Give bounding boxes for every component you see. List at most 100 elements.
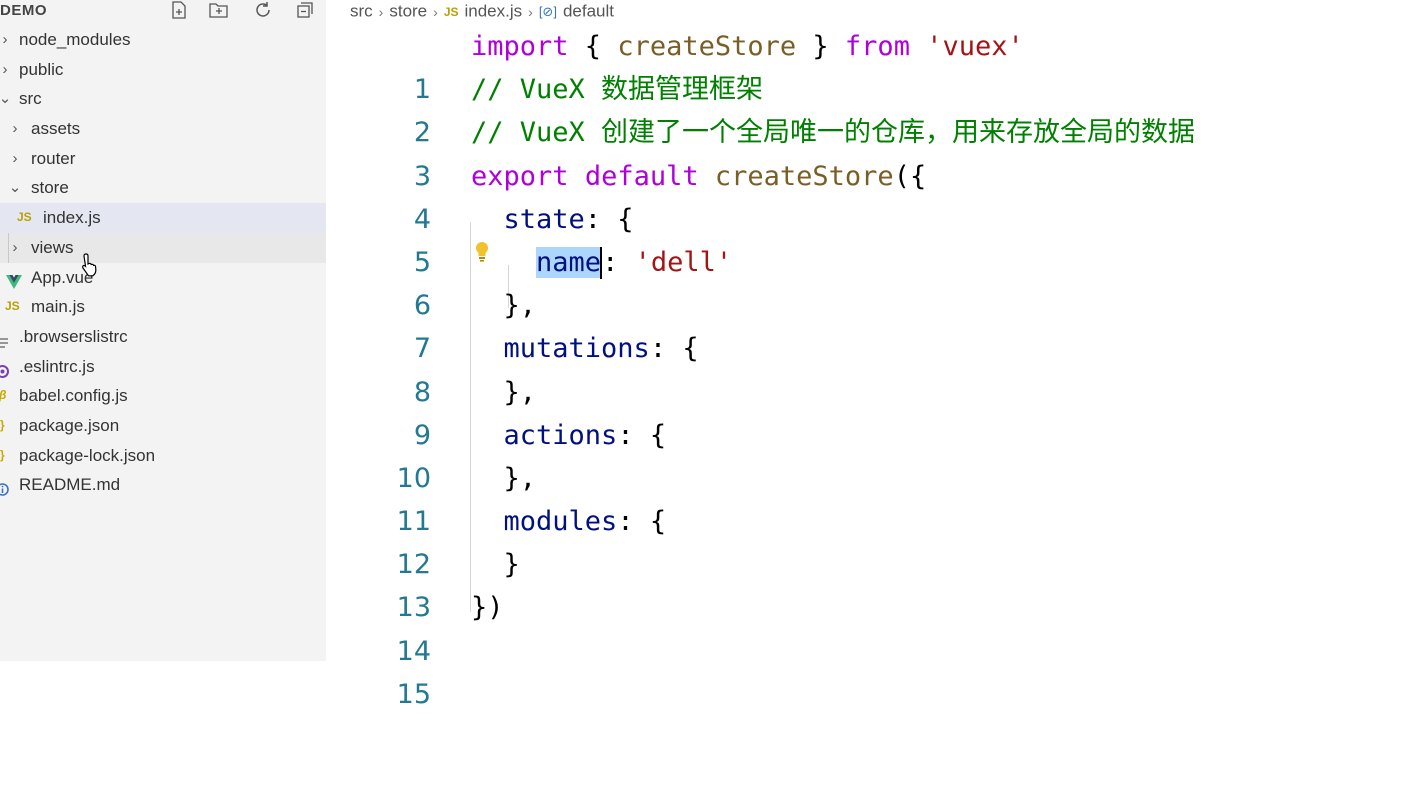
chevron-right-icon: › xyxy=(378,3,384,20)
tree-item-label: README.md xyxy=(19,475,121,495)
explorer-title: DEMO xyxy=(0,2,47,19)
token-property: actions xyxy=(503,419,618,451)
chevron-down-icon: ⌄ xyxy=(0,90,12,108)
collapse-all-icon[interactable] xyxy=(294,1,316,21)
tree-item-src[interactable]: ⌄ src xyxy=(0,84,326,114)
token-punctuation: }, xyxy=(503,376,537,408)
token-comment: // VueX 创建了一个全局唯一的仓库，用来存放全局的数据 xyxy=(471,117,1196,149)
new-folder-icon[interactable] xyxy=(208,1,230,21)
code-line[interactable]: 9 }, xyxy=(326,371,1409,451)
token-property: modules xyxy=(503,506,618,538)
token-keyword: from xyxy=(844,31,910,62)
js-file-icon: JS xyxy=(443,4,459,19)
token-punctuation: : { xyxy=(617,419,667,451)
token-keyword: import xyxy=(471,31,569,62)
json-icon: } xyxy=(0,417,5,432)
token-property: mutations xyxy=(503,333,650,365)
babel-icon: β xyxy=(0,381,6,411)
explorer-sidebar: DEMO › node_modules › public ⌄ src › ass… xyxy=(0,0,326,661)
chevron-right-icon: › xyxy=(12,149,18,167)
token-string: 'dell' xyxy=(634,246,733,278)
line-number: 15 xyxy=(396,678,431,710)
tree-item-label: assets xyxy=(31,119,81,139)
chevron-right-icon: › xyxy=(433,3,438,20)
tree-item-node-modules[interactable]: › node_modules xyxy=(0,25,326,55)
token-punctuation: ({ xyxy=(893,160,927,192)
chevron-right-icon: › xyxy=(12,238,18,256)
token-punctuation: : { xyxy=(617,506,667,538)
tree-item-public[interactable]: › public xyxy=(0,55,326,85)
token-keyword: export xyxy=(471,160,569,192)
code-line[interactable]: 8 mutations: { xyxy=(326,327,1409,407)
mouse-pointer-icon xyxy=(80,252,104,283)
tree-item-router[interactable]: › router xyxy=(0,144,326,174)
code-line[interactable]: 1 import { createStore } from 'vuex' xyxy=(326,25,1409,105)
token-punctuation: : { xyxy=(649,333,699,365)
js-file-icon: JS xyxy=(17,210,32,225)
code-line[interactable]: 2 // VueX 数据管理框架 xyxy=(326,68,1409,148)
js-file-icon: JS xyxy=(5,299,20,314)
tree-item-readme[interactable]: README.md xyxy=(0,470,326,500)
token-punctuation: }) xyxy=(471,592,504,624)
tree-item-store[interactable]: ⌄ store xyxy=(0,173,326,203)
code-line[interactable]: 13 } xyxy=(326,543,1409,623)
tree-item-assets[interactable]: › assets xyxy=(0,114,326,144)
tree-indent-guide xyxy=(8,233,9,263)
chevron-down-icon: ⌄ xyxy=(8,179,22,197)
tree-item-label: store xyxy=(31,178,69,198)
tree-item-app-vue[interactable]: App.vue xyxy=(0,263,326,293)
tree-item-views[interactable]: › views xyxy=(0,232,326,263)
lightbulb-icon[interactable] xyxy=(474,241,490,263)
code-line[interactable]: 3 // VueX 创建了一个全局唯一的仓库，用来存放全局的数据 xyxy=(326,111,1409,191)
tree-item-package-json[interactable]: } package.json xyxy=(0,411,326,441)
file-tree: › node_modules › public ⌄ src › assets ›… xyxy=(0,25,326,500)
breadcrumb-item-default[interactable]: default xyxy=(563,2,614,21)
tree-item-eslintrc[interactable]: .eslintrc.js xyxy=(0,352,326,382)
tree-item-label: node_modules xyxy=(19,30,131,49)
breadcrumb-item-src[interactable]: src xyxy=(350,2,373,21)
tree-item-package-lock-json[interactable]: } package-lock.json xyxy=(0,441,326,471)
token-function: createStore xyxy=(617,31,797,62)
tree-item-label: .browserslistrc xyxy=(19,326,128,346)
token-punctuation: }, xyxy=(503,462,537,494)
tree-item-index-js[interactable]: JS index.js xyxy=(0,203,326,233)
refresh-icon[interactable] xyxy=(252,1,274,21)
code-line[interactable]: 7 }, xyxy=(326,284,1409,364)
code-line[interactable]: 10 actions: { xyxy=(326,414,1409,494)
tree-item-label: main.js xyxy=(31,297,85,317)
token-string: 'vuex' xyxy=(926,31,1024,62)
info-icon xyxy=(0,478,9,508)
breadcrumb: src › store › JS index.js › [⊘] default xyxy=(350,0,614,22)
token-punctuation: : xyxy=(602,246,635,278)
chevron-right-icon: › xyxy=(2,31,8,48)
tree-item-babel-config[interactable]: β babel.config.js xyxy=(0,381,326,411)
tree-item-label: views xyxy=(31,237,74,257)
tree-item-browserslistrc[interactable]: .browserslistrc xyxy=(0,322,326,352)
code-area[interactable]: 1 import { createStore } from 'vuex' 2 /… xyxy=(326,25,1409,710)
token-punctuation: { xyxy=(568,31,618,62)
token-property-selected: name xyxy=(536,246,602,278)
code-line[interactable]: 4 export default createStore({ xyxy=(326,155,1409,235)
token-punctuation: } xyxy=(796,31,845,62)
token-keyword: default xyxy=(584,160,699,192)
code-editor[interactable]: src › store › JS index.js › [⊘] default 1 import… xyxy=(326,0,1409,710)
token-punctuation: : { xyxy=(584,203,634,235)
breadcrumb-item-index-js[interactable]: index.js xyxy=(465,2,523,21)
tree-item-label: package.json xyxy=(19,415,120,435)
tree-item-main-js[interactable]: JS main.js xyxy=(0,292,326,322)
breadcrumb-item-store[interactable]: store xyxy=(389,2,427,21)
token-punctuation: } xyxy=(503,549,520,581)
token-function: createStore xyxy=(714,160,894,192)
code-line[interactable]: 12 modules: { xyxy=(326,500,1409,580)
code-line[interactable]: 11 }, xyxy=(326,457,1409,537)
code-line[interactable]: 14 }) xyxy=(326,586,1409,666)
token-punctuation: }, xyxy=(503,290,537,322)
tree-item-label: package-lock.json xyxy=(19,445,156,465)
new-file-icon[interactable] xyxy=(168,1,190,21)
chevron-right-icon: › xyxy=(2,60,8,78)
code-line[interactable]: 5 state: { xyxy=(326,198,1409,278)
tree-item-label: public xyxy=(19,59,64,79)
symbol-icon: [⊘] xyxy=(538,3,557,19)
code-line[interactable]: 15 xyxy=(326,630,1409,710)
tree-item-label: src xyxy=(19,89,42,109)
